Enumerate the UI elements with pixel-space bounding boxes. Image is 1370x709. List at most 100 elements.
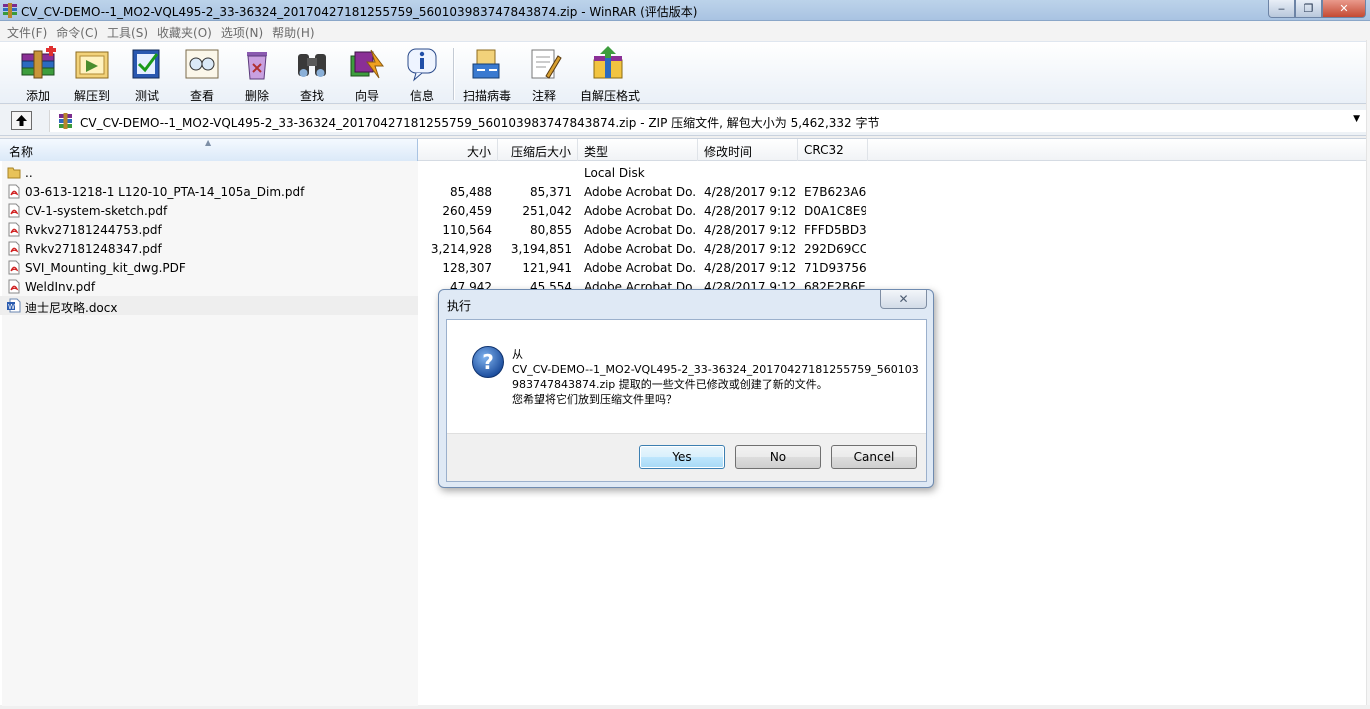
find-button[interactable]: 查找	[285, 46, 339, 103]
column-header-crc[interactable]: CRC32	[798, 139, 868, 161]
file-modified: 4/28/2017 9:12 ...	[704, 204, 796, 218]
file-name: SVI_Mounting_kit_dwg.PDF	[25, 261, 186, 275]
sfx-label: 自解压格式	[580, 89, 641, 103]
archive-path-text: CV_CV-DEMO--1_MO2-VQL495-2_33-36324_2017…	[80, 116, 880, 130]
column-header-modified[interactable]: 修改时间	[698, 139, 798, 161]
view-button[interactable]: 查看	[175, 46, 229, 103]
table-row[interactable]: Rvkv27181244753.pdf 110,564 80,855 Adobe…	[0, 220, 1366, 239]
word-doc-icon: W	[7, 298, 21, 313]
vertical-scrollbar[interactable]	[1366, 40, 1370, 705]
file-size: 3,214,928	[430, 242, 492, 256]
info-button[interactable]: 信息	[395, 46, 449, 103]
virus-scan-label: 扫描病毒	[462, 89, 511, 103]
winrar-app-icon[interactable]	[2, 3, 18, 18]
view-glasses-icon	[185, 49, 219, 79]
column-modified-label: 修改时间	[704, 145, 753, 159]
window-controls: ‒ ❐ ✕	[1268, 0, 1366, 18]
virus-scan-button[interactable]: 扫描病毒	[460, 46, 514, 103]
table-row[interactable]: 03-613-1218-1 L120-10_PTA-14_105a_Dim.pd…	[0, 182, 1366, 201]
toolbar: 添加 解压到 测试 查看 删除 查找 向导 信息 扫描病毒 注释 自解压格式	[0, 41, 1366, 104]
pdf-icon	[8, 260, 20, 275]
file-name: Rvkv27181248347.pdf	[25, 242, 162, 256]
delete-button[interactable]: 删除	[230, 46, 284, 103]
wizard-icon	[350, 49, 384, 79]
file-name: CV-1-system-sketch.pdf	[25, 204, 168, 218]
file-crc: D0A1C8E9	[804, 204, 866, 218]
close-icon: ✕	[1339, 2, 1349, 15]
column-header-name[interactable]: 名称 ▲	[0, 138, 418, 161]
file-crc: 71D93756	[804, 261, 866, 275]
column-packed-label: 压缩后大小	[510, 145, 571, 159]
dialog-message-line: 983747843874.zip 提取的一些文件已修改或创建了新的文件。	[512, 378, 828, 391]
column-header-size[interactable]: 大小	[418, 139, 498, 161]
file-packed-size: 80,855	[530, 223, 572, 237]
menu-file[interactable]: 文件(F)	[6, 21, 54, 41]
file-crc: FFFD5BD3	[804, 223, 866, 237]
find-label: 查找	[299, 89, 324, 103]
file-packed-size: 251,042	[522, 204, 572, 218]
add-label: 添加	[25, 89, 50, 103]
yes-button[interactable]: Yes	[639, 445, 725, 469]
file-packed-size: 85,371	[530, 185, 572, 199]
pdf-icon	[8, 222, 20, 237]
maximize-button[interactable]: ❐	[1295, 0, 1322, 18]
file-type: Adobe Acrobat Do...	[584, 242, 696, 256]
file-size: 85,488	[450, 185, 492, 199]
sfx-button[interactable]: 自解压格式	[580, 46, 641, 103]
dialog-close-button[interactable]: ✕	[880, 290, 927, 309]
wizard-button[interactable]: 向导	[340, 46, 394, 103]
table-row[interactable]: CV-1-system-sketch.pdf 260,459 251,042 A…	[0, 201, 1366, 220]
menu-tools[interactable]: 工具(S)	[106, 21, 155, 41]
table-row[interactable]: .. Local Disk	[0, 163, 1366, 182]
column-crc-label: CRC32	[804, 143, 844, 157]
archive-path-field[interactable]: CV_CV-DEMO--1_MO2-VQL495-2_33-36324_2017…	[49, 110, 1366, 132]
column-header-packed[interactable]: 压缩后大小	[498, 139, 578, 161]
menu-options[interactable]: 选项(N)	[220, 21, 270, 41]
table-row[interactable]: SVI_Mounting_kit_dwg.PDF 128,307 121,941…	[0, 258, 1366, 277]
extract-button[interactable]: 解压到	[65, 46, 119, 103]
toolbar-separator	[453, 48, 454, 100]
folder-icon	[7, 167, 21, 179]
sort-ascending-icon: ▲	[205, 138, 212, 147]
menu-help[interactable]: 帮助(H)	[271, 21, 321, 41]
file-modified: 4/28/2017 9:12 ...	[704, 223, 796, 237]
table-row[interactable]: Rvkv27181248347.pdf 3,214,928 3,194,851 …	[0, 239, 1366, 258]
pdf-icon	[8, 241, 20, 256]
test-button[interactable]: 测试	[120, 46, 174, 103]
minimize-button[interactable]: ‒	[1268, 0, 1295, 18]
question-icon: ?	[472, 346, 504, 378]
svg-text:?: ?	[482, 350, 494, 374]
column-type-label: 类型	[584, 145, 609, 159]
comment-pen-icon	[531, 49, 562, 79]
cancel-button[interactable]: Cancel	[831, 445, 917, 469]
sfx-archive-icon	[593, 46, 623, 79]
delete-label: 删除	[244, 89, 269, 103]
menu-bar: 文件(F) 命令(C) 工具(S) 收藏夹(O) 选项(N) 帮助(H)	[0, 21, 1370, 41]
close-button[interactable]: ✕	[1322, 0, 1366, 18]
extract-folder-icon	[75, 51, 109, 79]
update-archive-dialog: 执行 ✕ ? 从 CV_CV-DEMO--1_MO2-VQL495-2_33-3…	[438, 289, 934, 488]
title-bar: CV_CV-DEMO--1_MO2-VQL495-2_33-36324_2017…	[0, 0, 1370, 21]
menu-favorites[interactable]: 收藏夹(O)	[156, 21, 219, 41]
dialog-title: 执行	[447, 299, 472, 313]
file-type: Adobe Acrobat Do...	[584, 204, 696, 218]
no-button[interactable]: No	[735, 445, 821, 469]
menu-commands[interactable]: 命令(C)	[55, 21, 105, 41]
dropdown-arrow-icon[interactable]: ▼	[1353, 114, 1360, 124]
add-button[interactable]: 添加	[11, 46, 65, 103]
file-name: Rvkv27181244753.pdf	[25, 223, 162, 237]
file-name: WeldInv.pdf	[25, 280, 96, 294]
column-header-type[interactable]: 类型	[578, 139, 698, 161]
svg-text:W: W	[8, 303, 15, 311]
delete-bin-icon	[247, 52, 267, 80]
info-label: 信息	[409, 89, 434, 103]
file-name: 迪士尼攻略.docx	[25, 301, 118, 315]
comment-button[interactable]: 注释	[517, 46, 571, 103]
pdf-icon	[8, 184, 20, 199]
maximize-icon: ❐	[1303, 2, 1314, 15]
info-icon	[407, 48, 437, 82]
close-icon: ✕	[898, 292, 909, 306]
dialog-message-line: 从	[512, 348, 523, 361]
virus-scan-icon	[472, 49, 500, 79]
up-folder-button[interactable]	[11, 111, 32, 130]
